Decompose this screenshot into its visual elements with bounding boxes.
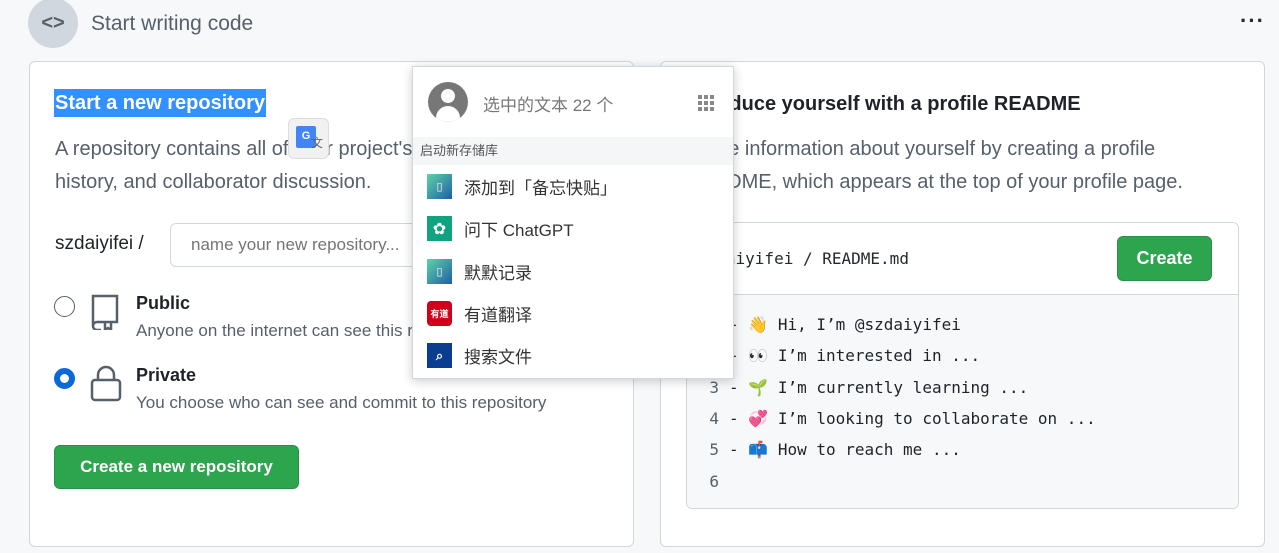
code-line: 2- 👀 I’m interested in ...: [709, 346, 981, 366]
create-readme-button[interactable]: Create: [1117, 236, 1212, 281]
code-icon: <>: [28, 0, 78, 48]
readme-preview: szdaiyifei / README.md Create 1- 👋 Hi, I…: [686, 222, 1239, 509]
youdao-icon: 有道: [427, 301, 452, 326]
popup-section-label: 启动新存储库: [413, 137, 733, 165]
private-desc: You choose who can see and commit to thi…: [136, 393, 547, 412]
private-radio[interactable]: [54, 368, 75, 389]
menu-item-chatgpt[interactable]: ✿ 问下 ChatGPT: [427, 216, 574, 241]
popup-title: 选中的文本 22 个: [483, 96, 614, 115]
code-line: 3- 🌱 I’m currently learning ...: [709, 377, 1029, 397]
section-header: <> Start writing code: [28, 0, 253, 48]
avatar-icon: [428, 82, 468, 122]
chatgpt-icon: ✿: [427, 216, 452, 241]
code-line: 1- 👋 Hi, I’m @szdaiyifei: [709, 315, 961, 335]
menu-item-youdao[interactable]: 有道 有道翻译: [427, 301, 532, 326]
clipboard-icon: ▯: [427, 174, 452, 199]
clipboard-icon: ▯: [427, 259, 452, 284]
public-radio[interactable]: [54, 296, 75, 317]
code-line: 6: [709, 471, 719, 491]
translate-icon[interactable]: G文: [288, 118, 329, 159]
selection-popup-menu: 选中的文本 22 个 启动新存储库 ▯ 添加到「备忘快贴」 ✿ 问下 ChatGPT…: [412, 66, 734, 379]
create-repository-button[interactable]: Create a new repository: [54, 445, 299, 489]
menu-item-search-files[interactable]: ⌕ 搜索文件: [427, 343, 532, 368]
code-line: 4- 💞️ I’m looking to collaborate on ...: [709, 409, 1096, 429]
card-description: Share information about yourself by crea…: [686, 138, 1183, 193]
menu-item-memo[interactable]: ▯ 添加到「备忘快贴」: [427, 174, 617, 199]
card-title: Start a new repository: [54, 89, 267, 117]
search-icon: ⌕: [427, 343, 452, 368]
lock-icon: [90, 365, 122, 402]
kebab-icon[interactable]: ···: [1240, 8, 1265, 34]
card-title: Introduce yourself with a profile README: [685, 93, 1081, 115]
apps-grid-icon[interactable]: [698, 95, 714, 111]
repo-icon: [91, 294, 119, 330]
section-title: Start writing code: [91, 12, 254, 35]
menu-item-record[interactable]: ▯ 默默记录: [427, 259, 532, 284]
profile-readme-card: Introduce yourself with a profile README…: [660, 61, 1265, 547]
code-line: 5- 📫 How to reach me ...: [709, 440, 961, 460]
owner-label: szdaiyifei /: [55, 233, 144, 254]
